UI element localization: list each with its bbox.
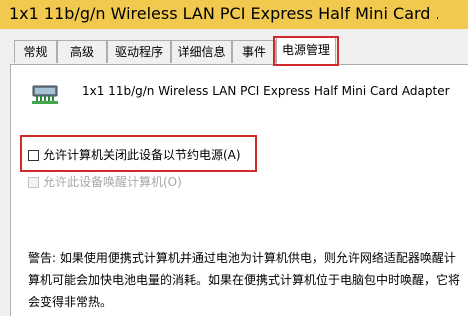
tab-advanced[interactable]: 高级 (57, 40, 107, 63)
tab-strip: 常规 高级 驱动程序 详细信息 事件 电源管理 (0, 29, 468, 66)
allow-power-off-label[interactable]: 允许计算机关闭此设备以节约电源(A) (43, 146, 241, 164)
allow-wake-label: 允许此设备唤醒计算机(O) (43, 175, 182, 189)
power-warning-text: 警告: 如果使用便携式计算机并通过电池为计算机供电，则允许网络适配器唤醒计算机可… (28, 251, 461, 309)
device-name: 1x1 11b/g/n Wireless LAN PCI Express Hal… (82, 84, 450, 98)
titlebar-controls (438, 0, 468, 29)
allow-power-off-checkbox[interactable] (28, 149, 39, 161)
tab-general[interactable]: 常规 (14, 40, 57, 63)
allow-wake-checkbox (28, 176, 39, 188)
tab-driver[interactable]: 驱动程序 (107, 40, 171, 63)
tab-events[interactable]: 事件 (232, 40, 276, 63)
window-title: 1x1 11b/g/n Wireless LAN PCI Express Hal… (9, 4, 449, 23)
option-allow-wake: 允许此设备唤醒计算机(O) (28, 173, 182, 191)
network-adapter-icon (32, 85, 58, 104)
window-titlebar[interactable]: 1x1 11b/g/n Wireless LAN PCI Express Hal… (0, 0, 468, 29)
option-allow-power-off[interactable]: 允许计算机关闭此设备以节约电源(A) (28, 146, 241, 164)
tab-details[interactable]: 详细信息 (171, 40, 232, 63)
tab-power-management[interactable]: 电源管理 (276, 37, 336, 65)
